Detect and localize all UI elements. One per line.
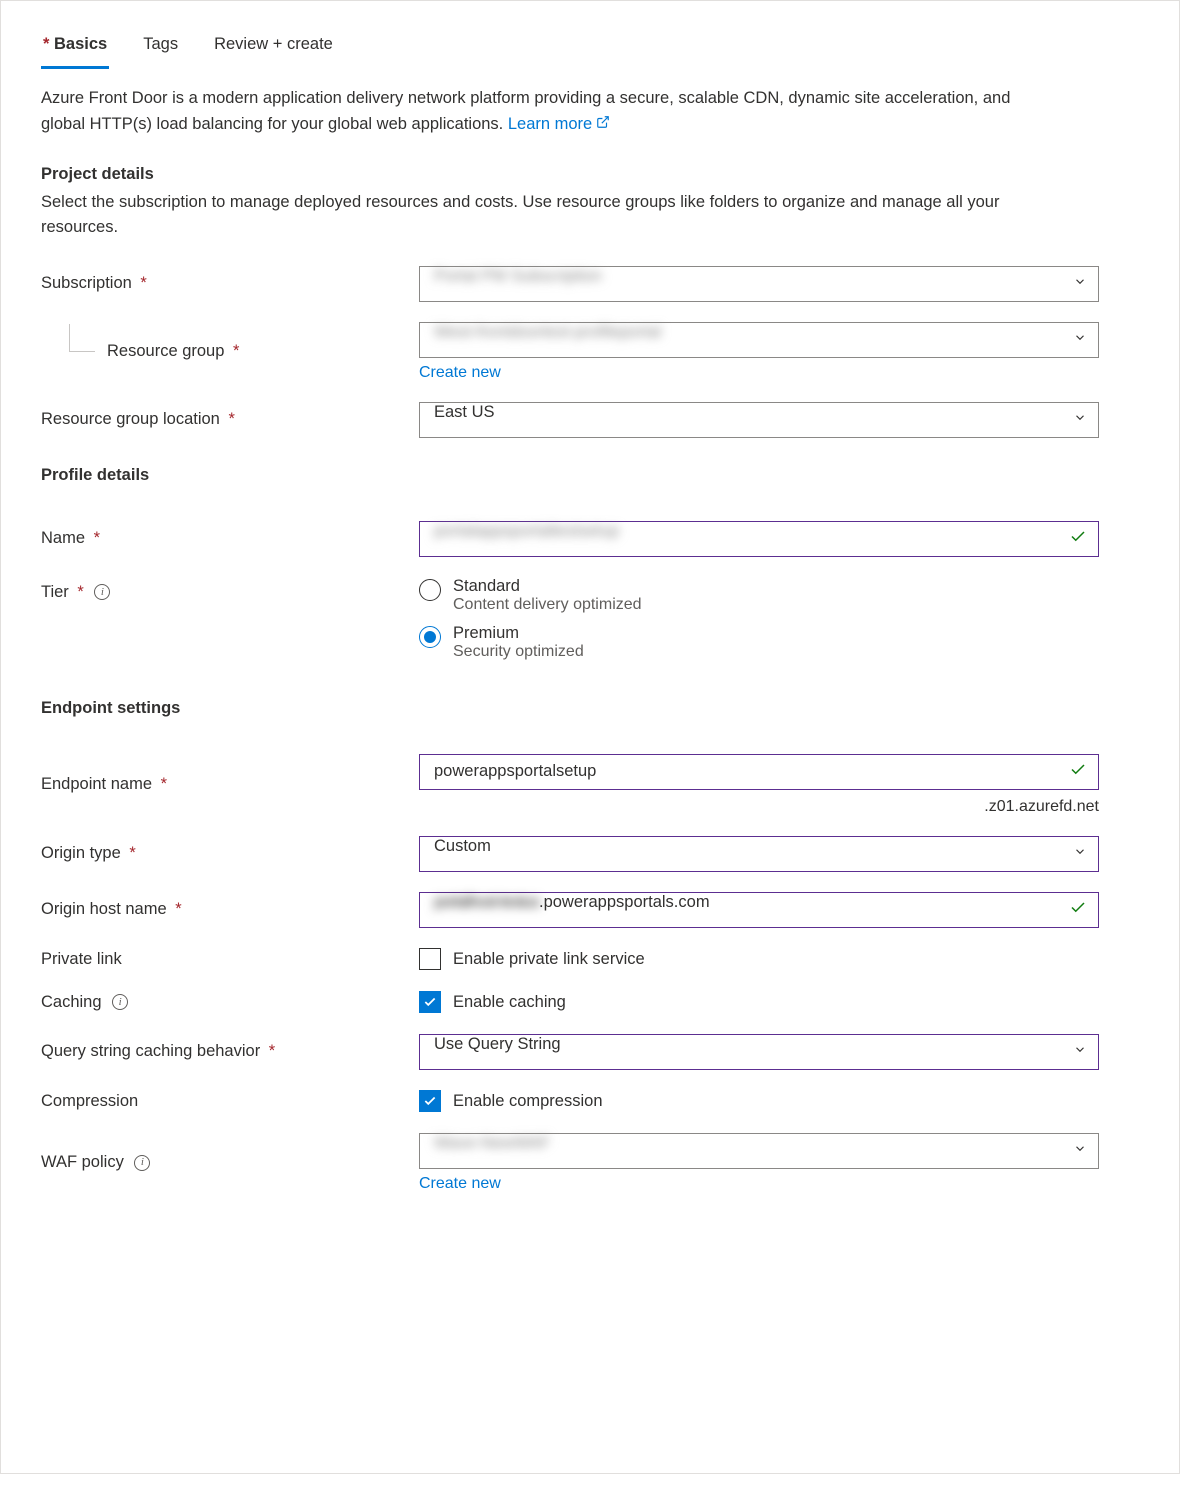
tabs-bar: * Basics Tags Review + create: [41, 31, 1139, 66]
section-title-project: Project details: [41, 165, 1139, 184]
required-asterisk: *: [94, 529, 100, 547]
waf-policy-select[interactable]: Wave-NewWAF: [419, 1133, 1099, 1169]
section-sub-project: Select the subscription to manage deploy…: [41, 190, 1041, 240]
info-icon[interactable]: i: [134, 1155, 150, 1171]
row-tier: Tier * i Standard Content delivery optim…: [41, 577, 1139, 671]
create-form-panel: * Basics Tags Review + create Azure Fron…: [0, 0, 1180, 1474]
query-string-select[interactable]: Use Query String: [419, 1034, 1099, 1070]
info-icon[interactable]: i: [112, 994, 128, 1010]
query-string-label: Query string caching behavior: [41, 1042, 260, 1060]
tab-basics[interactable]: * Basics: [41, 31, 109, 69]
row-profile-name: Name * portalappsportaltestsetup: [41, 521, 1139, 557]
required-asterisk: *: [269, 1042, 275, 1060]
required-asterisk: *: [77, 583, 83, 601]
row-origin-host: Origin host name * portalhost-testus.pow…: [41, 892, 1139, 928]
compression-checkbox[interactable]: Enable compression: [419, 1090, 1099, 1112]
private-link-checkbox[interactable]: Enable private link service: [419, 948, 1099, 970]
row-waf-policy: WAF policy i Wave-NewWAF Create new: [41, 1133, 1139, 1193]
waf-policy-label: WAF policy: [41, 1153, 124, 1171]
origin-host-input[interactable]: portalhost-testus.powerappsportals.com: [419, 892, 1099, 928]
subscription-select[interactable]: Portal PM Subscription: [419, 266, 1099, 302]
tab-label: Review + create: [214, 35, 333, 53]
radio-icon: [419, 626, 441, 648]
row-caching: Caching i Enable caching: [41, 991, 1139, 1014]
origin-host-label: Origin host name: [41, 900, 167, 918]
required-asterisk: *: [228, 410, 234, 428]
row-private-link: Private link Enable private link service: [41, 948, 1139, 971]
tier-standard-sub: Content delivery optimized: [453, 596, 642, 614]
caching-label: Caching: [41, 993, 102, 1011]
checkbox-icon: [419, 1090, 441, 1112]
intro-text: Azure Front Door is a modern application…: [41, 86, 1041, 137]
row-origin-type: Origin type * Custom: [41, 836, 1139, 872]
subscription-label: Subscription: [41, 274, 132, 292]
create-new-rg-link[interactable]: Create new: [419, 364, 1099, 382]
tier-standard-label: Standard: [453, 577, 642, 596]
private-link-label: Private link: [41, 950, 122, 968]
origin-type-select[interactable]: Custom: [419, 836, 1099, 872]
checkbox-icon: [419, 991, 441, 1013]
tab-review[interactable]: Review + create: [212, 31, 335, 66]
tree-connector-icon: [69, 324, 95, 352]
row-endpoint-name: Endpoint name * .z01.azurefd.net: [41, 754, 1139, 816]
tier-premium-sub: Security optimized: [453, 643, 584, 661]
caching-checkbox[interactable]: Enable caching: [419, 991, 1099, 1013]
origin-type-label: Origin type: [41, 844, 121, 862]
tier-premium-radio[interactable]: Premium Security optimized: [419, 624, 1099, 661]
row-rg-location: Resource group location * East US: [41, 402, 1139, 438]
required-asterisk: *: [161, 775, 167, 793]
endpoint-name-label: Endpoint name: [41, 775, 152, 793]
create-new-waf-link[interactable]: Create new: [419, 1175, 1099, 1193]
profile-name-input[interactable]: portalappsportaltestsetup: [419, 521, 1099, 557]
resource-group-select[interactable]: West-frontdoortest-profileportal: [419, 322, 1099, 358]
tier-label: Tier: [41, 583, 69, 601]
row-subscription: Subscription * Portal PM Subscription: [41, 266, 1139, 302]
learn-more-link[interactable]: Learn more: [508, 112, 610, 138]
tier-standard-radio[interactable]: Standard Content delivery optimized: [419, 577, 1099, 614]
row-resource-group: Resource group * West-frontdoortest-prof…: [41, 322, 1139, 382]
required-asterisk: *: [175, 900, 181, 918]
required-asterisk: *: [233, 342, 239, 360]
tab-tags[interactable]: Tags: [141, 31, 180, 66]
endpoint-suffix: .z01.azurefd.net: [419, 798, 1099, 816]
tab-label: Basics: [54, 35, 107, 53]
external-link-icon: [596, 112, 610, 138]
radio-icon: [419, 579, 441, 601]
required-asterisk: *: [43, 35, 49, 53]
section-title-endpoint: Endpoint settings: [41, 699, 1139, 718]
required-asterisk: *: [129, 844, 135, 862]
tier-premium-label: Premium: [453, 624, 584, 643]
tab-label: Tags: [143, 35, 178, 53]
rg-location-label: Resource group location: [41, 410, 220, 428]
rg-location-select[interactable]: East US: [419, 402, 1099, 438]
resource-group-label: Resource group: [107, 342, 224, 360]
endpoint-name-input[interactable]: [419, 754, 1099, 790]
compression-label: Compression: [41, 1092, 138, 1110]
profile-name-label: Name: [41, 529, 85, 547]
required-asterisk: *: [140, 274, 146, 292]
section-title-profile: Profile details: [41, 466, 1139, 485]
row-compression: Compression Enable compression: [41, 1090, 1139, 1113]
info-icon[interactable]: i: [94, 584, 110, 600]
checkbox-icon: [419, 948, 441, 970]
row-query-string: Query string caching behavior * Use Quer…: [41, 1034, 1139, 1070]
